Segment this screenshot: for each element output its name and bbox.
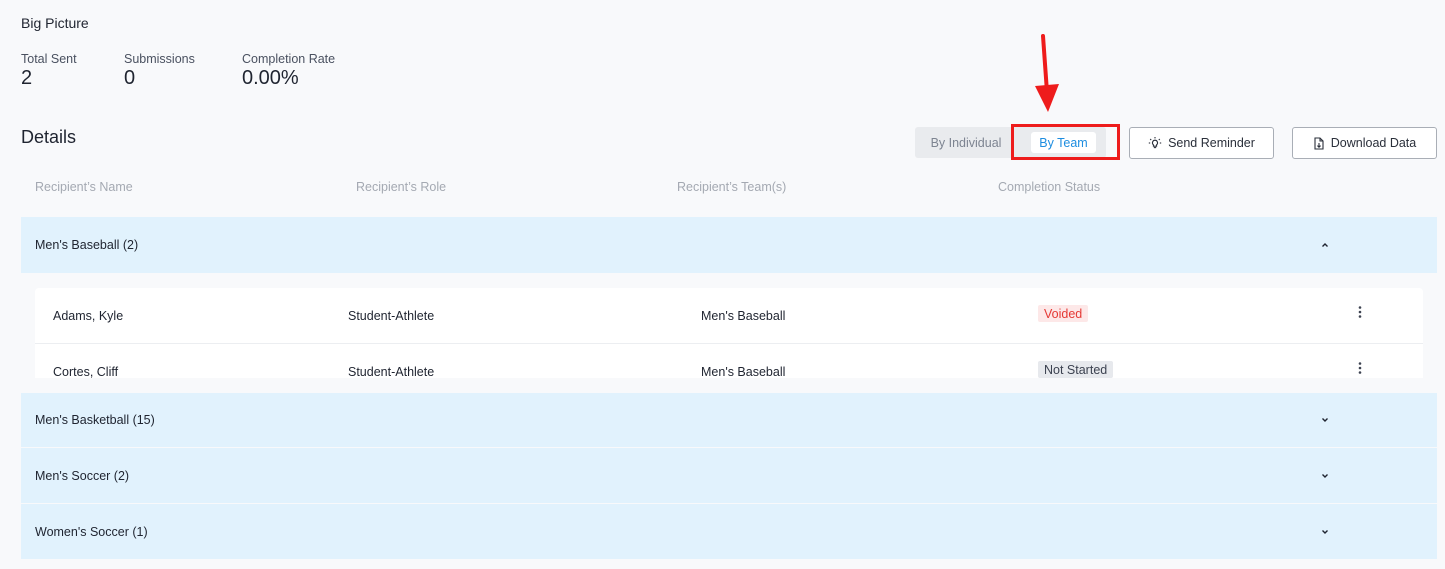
recipient-name: Adams, Kyle — [53, 309, 124, 323]
download-data-button[interactable]: Download Data — [1292, 127, 1437, 159]
lightbulb-icon — [1148, 136, 1162, 150]
annotation-arrow — [1035, 34, 1059, 112]
status-badge: Not Started — [1038, 361, 1114, 378]
group-name: Men's Soccer (2) — [35, 468, 130, 483]
table-row: Adams, Kyle Student-Athlete Men's Baseba… — [35, 288, 1423, 343]
chevron-down-icon — [1322, 473, 1328, 478]
recipient-team: Men's Baseball — [701, 309, 786, 323]
recipients-table: Adams, Kyle Student-Athlete Men's Baseba… — [35, 288, 1423, 378]
stat-label: Submissions — [124, 52, 195, 66]
recipient-team: Men's Baseball — [701, 365, 786, 378]
stat-value: 0.00% — [242, 67, 299, 89]
stat-value: 2 — [21, 67, 33, 89]
kebab-menu-icon[interactable] — [1351, 304, 1369, 322]
recipient-name: Cortes, Cliff — [53, 365, 119, 378]
recipient-role: Student-Athlete — [348, 365, 435, 378]
group-header-mens-baseball[interactable]: Men's Baseball (2) — [21, 217, 1437, 273]
stat-label: Total Sent — [21, 52, 77, 66]
send-reminder-label: Send Reminder — [1168, 136, 1255, 150]
send-reminder-button[interactable]: Send Reminder — [1129, 127, 1274, 159]
chevron-down-icon — [1322, 418, 1328, 422]
group-header-womens-soccer[interactable]: Women's Soccer (1) — [21, 504, 1437, 559]
stat-value: 0 — [124, 67, 136, 89]
table-row: Cortes, Cliff Student-Athlete Men's Base… — [35, 343, 1423, 378]
stat-completion-rate: Completion Rate 0.00% — [242, 52, 335, 90]
details-title: Details — [21, 127, 77, 147]
view-toggle: By Individual By Team — [915, 127, 1106, 158]
chevron-down-icon — [1322, 529, 1328, 534]
group-name: Men's Basketball (15) — [35, 413, 155, 427]
download-data-label: Download Data — [1330, 136, 1417, 150]
status-badge: Voided — [1038, 305, 1089, 322]
big-picture-title: Big Picture — [21, 15, 89, 31]
group-panel-mens-baseball: Adams, Kyle Student-Athlete Men's Baseba… — [21, 273, 1437, 378]
group-header-mens-basketball[interactable]: Men's Basketball (15) — [21, 393, 1437, 447]
stat-total-sent: Total Sent 2 — [21, 52, 77, 90]
column-header-status: Completion Status — [998, 180, 1101, 194]
stat-submissions: Submissions 0 — [124, 52, 195, 90]
group-header-mens-soccer[interactable]: Men's Soccer (2) — [21, 448, 1437, 503]
column-header-role: Recipient’s Role — [356, 180, 447, 194]
file-icon — [1313, 136, 1325, 150]
chevron-up-icon — [1322, 243, 1328, 247]
recipient-role: Student-Athlete — [348, 309, 435, 323]
column-header-name: Recipient’s Name — [35, 180, 133, 194]
stat-label: Completion Rate — [242, 52, 336, 66]
toggle-by-individual[interactable]: By Individual — [915, 127, 1017, 158]
kebab-menu-icon[interactable] — [1351, 360, 1369, 378]
group-name: Women's Soccer (1) — [35, 524, 148, 539]
column-header-team: Recipient’s Team(s) — [677, 180, 787, 194]
group-name: Men's Baseball (2) — [35, 238, 139, 252]
toggle-by-team[interactable]: By Team — [1031, 132, 1096, 153]
